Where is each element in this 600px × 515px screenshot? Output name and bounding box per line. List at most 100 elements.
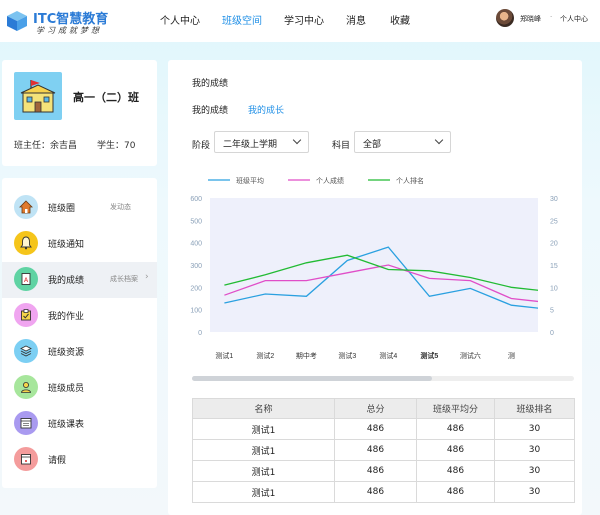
x-tick-label: 测试2 xyxy=(256,351,274,360)
sidebar-item-leave[interactable]: 请假 xyxy=(2,442,157,478)
y-right-tick-label: 30 xyxy=(550,196,558,203)
nav-learning-center[interactable]: 学习中心 xyxy=(284,12,324,27)
column-header-name: 名称 xyxy=(192,398,335,419)
subject-label: 科目 xyxy=(332,141,351,151)
school-building-icon xyxy=(14,72,62,120)
timetable-icon xyxy=(14,411,38,435)
leave-icon xyxy=(14,447,38,471)
student-count: 学生：70 xyxy=(97,141,136,151)
tab-my-scores[interactable]: 我的成绩 xyxy=(192,103,228,116)
legend-label: 个人排名 xyxy=(396,176,424,185)
user-separator: · xyxy=(550,13,553,21)
cell-total: 486 xyxy=(334,481,417,503)
column-header-class-rank: 班级排名 xyxy=(494,398,575,419)
members-icon xyxy=(14,375,38,399)
sidebar-item-class-resources[interactable]: 班级资源 xyxy=(2,334,157,370)
svg-text:A: A xyxy=(24,278,29,284)
class-name: 高一（二）班 xyxy=(73,91,139,104)
chart-scrollbar[interactable] xyxy=(192,376,574,381)
class-teacher: 班主任：余吉昌 xyxy=(14,141,78,151)
x-tick-label: 测试4 xyxy=(379,351,397,360)
chart-scrollbar-thumb[interactable] xyxy=(192,376,432,381)
x-tick-label: 测 xyxy=(508,352,515,360)
nav-personal-center[interactable]: 个人中心 xyxy=(160,12,200,27)
sidebar-item-class-timetable[interactable]: 班级课表 xyxy=(2,406,157,442)
growth-archive-link[interactable]: 成长档案 xyxy=(110,274,138,284)
x-tick-label: 测试六 xyxy=(460,351,481,360)
cell-total: 486 xyxy=(334,439,417,461)
subject-select-value: 全部 xyxy=(363,140,382,150)
sidebar-item-label: 班级课表 xyxy=(48,420,85,430)
chevron-down-icon xyxy=(434,135,444,145)
avatar[interactable] xyxy=(496,9,514,27)
cell-class-avg: 486 xyxy=(416,418,495,440)
house-icon xyxy=(14,195,38,219)
sidebar-item-my-homework[interactable]: 我的作业 xyxy=(2,298,157,334)
x-tick-label: 测试1 xyxy=(215,351,233,360)
y-right-tick-label: 25 xyxy=(550,218,558,225)
cell-total: 486 xyxy=(334,460,417,482)
cell-class-rank: 30 xyxy=(494,418,575,440)
cell-name: 测试1 xyxy=(192,418,335,440)
user-menu[interactable]: 郑晓峰 · 个人中心 xyxy=(496,9,596,29)
cell-class-rank: 30 xyxy=(494,460,575,482)
table-row: 测试1 486 486 30 xyxy=(192,481,575,503)
y-left-tick-label: 200 xyxy=(190,285,202,292)
sidebar-item-label: 我的成绩 xyxy=(48,276,85,286)
tab-my-growth[interactable]: 我的成长 xyxy=(248,103,284,116)
column-header-class-avg: 班级平均分 xyxy=(416,398,495,419)
report-card-icon: A xyxy=(14,267,38,291)
cube-logo-icon xyxy=(7,11,27,31)
legend-label: 个人成绩 xyxy=(316,176,344,185)
nav-messages[interactable]: 消息 xyxy=(346,12,366,27)
stage-label: 阶段 xyxy=(192,141,211,151)
class-info-card: 高一（二）班 班主任：余吉昌 学生：70 xyxy=(2,60,157,166)
sidebar-item-class-circle[interactable]: 班级圈 发动态 xyxy=(2,190,157,226)
table-header-row: 名称 总分 班级平均分 班级排名 xyxy=(192,398,575,419)
y-left-tick-label: 500 xyxy=(190,218,202,225)
y-left-tick-label: 0 xyxy=(198,330,202,337)
post-update-link[interactable]: 发动态 xyxy=(110,202,131,212)
sidebar-item-class-members[interactable]: 班级成员 xyxy=(2,370,157,406)
subject-select[interactable]: 全部 xyxy=(354,131,451,153)
sidebar-item-class-notice[interactable]: 班级通知 xyxy=(2,226,157,262)
cell-total: 486 xyxy=(334,418,417,440)
cell-name: 测试1 xyxy=(192,460,335,482)
sidebar-item-label: 班级圈 xyxy=(48,204,76,214)
nav-favorites[interactable]: 收藏 xyxy=(390,12,410,27)
bell-icon xyxy=(14,231,38,255)
y-right-tick-label: 20 xyxy=(550,241,558,248)
sidebar-item-label: 我的作业 xyxy=(48,312,85,322)
sidebar-item-my-scores[interactable]: A 我的成绩 成长档案 › xyxy=(2,262,157,298)
y-right-tick-label: 15 xyxy=(550,263,558,270)
chevron-right-icon: › xyxy=(145,272,149,282)
top-header: ITC智慧教育 学习成就梦想 个人中心 班级空间 学习中心 消息 收藏 郑晓峰 … xyxy=(0,0,600,42)
main-panel: 我的成绩 我的成绩 我的成长 阶段 二年级上学期 科目 全部 0 100 200 30… xyxy=(168,60,582,515)
brand-slogan: 学习成就梦想 xyxy=(36,26,102,35)
sidebar-item-label: 班级通知 xyxy=(48,240,85,250)
cell-class-avg: 486 xyxy=(416,481,495,503)
sidebar-item-label: 班级成员 xyxy=(48,384,85,394)
resources-icon xyxy=(14,339,38,363)
score-trend-chart: 0 100 200 300 400 500 600 0 5 10 15 20 25 30 测试1 测试2 期中考… xyxy=(190,176,558,360)
scores-table: 名称 总分 班级平均分 班级排名 测试1 486 486 30 测试1 486 … xyxy=(192,398,575,503)
sidebar-item-label: 请假 xyxy=(48,456,67,466)
table-row: 测试1 486 486 30 xyxy=(192,439,575,461)
user-name[interactable]: 郑晓峰 xyxy=(520,14,541,24)
y-right-tick-label: 0 xyxy=(550,330,554,337)
x-tick-label: 期中考 xyxy=(296,351,317,360)
homework-icon xyxy=(14,303,38,327)
cell-name: 测试1 xyxy=(192,481,335,503)
nav-class-space[interactable]: 班级空间 xyxy=(222,12,262,27)
table-row: 测试1 486 486 30 xyxy=(192,460,575,482)
user-center-link[interactable]: 个人中心 xyxy=(560,14,588,24)
stage-select[interactable]: 二年级上学期 xyxy=(214,131,309,153)
sidebar-item-label: 班级资源 xyxy=(48,348,85,358)
y-left-tick-label: 600 xyxy=(190,196,202,203)
page-title: 我的成绩 xyxy=(192,79,229,89)
x-tick-label: 测试3 xyxy=(338,351,356,360)
cell-name: 测试1 xyxy=(192,439,335,461)
cell-class-rank: 30 xyxy=(494,481,575,503)
y-left-tick-label: 100 xyxy=(190,308,202,315)
brand-logo[interactable]: ITC智慧教育 学习成就梦想 xyxy=(6,6,156,36)
